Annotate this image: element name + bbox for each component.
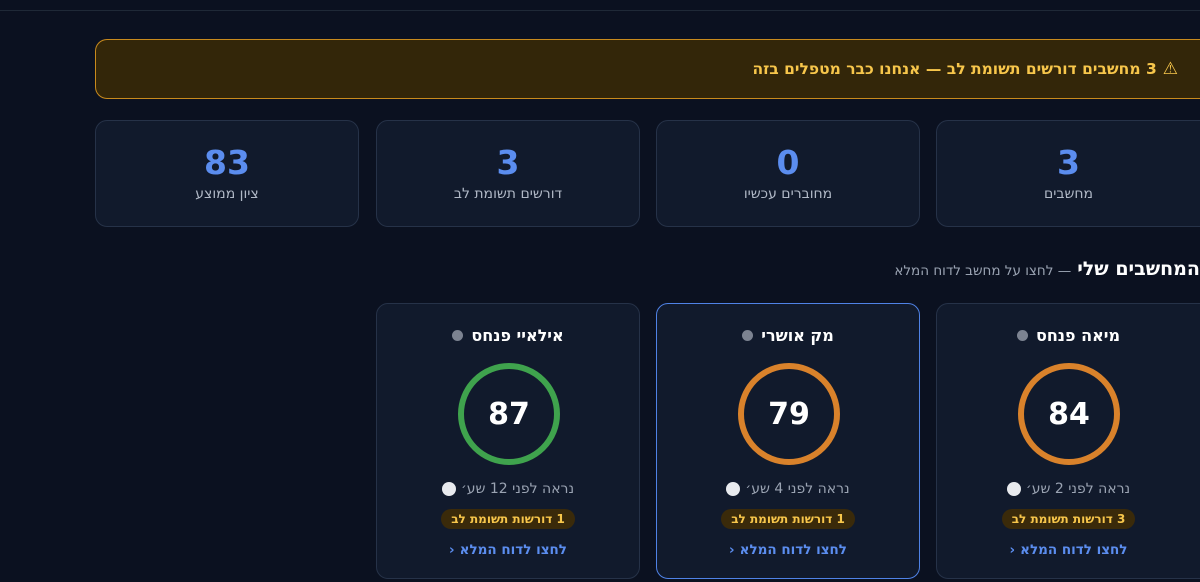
attention-alert: ⚠ 3 מחשבים דורשים תשומת לב — אנחנו כבר מ… — [95, 39, 1200, 99]
full-report-link[interactable]: לחצו לדוח המלא ‹ — [937, 542, 1200, 558]
full-report-link[interactable]: לחצו לדוח המלא ‹ — [377, 542, 639, 558]
score-value: 87 — [488, 396, 530, 432]
attention-badge: 3 דורשות תשומת לב — [1001, 509, 1136, 529]
chevron-left-icon: ‹ — [449, 542, 455, 558]
computer-card[interactable]: מיאה פנחס 84 נראה לפני 2 שע׳ 3 דורשות תש… — [936, 303, 1200, 579]
last-seen: נראה לפני 4 שע׳ — [657, 481, 919, 497]
full-report-link-text: לחצו לדוח המלא — [1020, 542, 1128, 558]
stat-label: מחוברים עכשיו — [743, 185, 833, 202]
offline-dot-icon — [441, 482, 456, 496]
last-seen-text: נראה לפני 4 שע׳ — [745, 481, 850, 497]
computer-name: מק אושרי — [761, 326, 834, 345]
stat-average-score: 83 ציון ממוצע — [95, 120, 359, 227]
stat-label: מחשבים — [1043, 185, 1094, 202]
score-value: 79 — [768, 396, 810, 432]
dashboard-page: ⚠ 3 מחשבים דורשים תשומת לב — אנחנו כבר מ… — [0, 0, 1200, 582]
stat-value: 0 — [776, 143, 800, 183]
offline-dot-icon — [726, 482, 741, 496]
section-title: המחשבים שלי — [1077, 258, 1200, 280]
chevron-left-icon: ‹ — [1009, 542, 1016, 558]
chevron-left-icon: ‹ — [729, 542, 735, 558]
status-dot-icon — [452, 330, 464, 341]
status-dot-icon — [742, 330, 754, 341]
stat-online-now: 0 מחוברים עכשיו — [656, 120, 920, 227]
offline-dot-icon — [1006, 482, 1021, 496]
last-seen: נראה לפני 2 שע׳ — [937, 481, 1200, 497]
stat-value: 83 — [204, 143, 250, 183]
stat-value: 3 — [496, 143, 520, 183]
section-subtitle: — לחצו על מחשב לדוח המלא — [894, 263, 1072, 279]
last-seen-text: נראה לפני 12 שע׳ — [460, 481, 575, 497]
stat-label: ציון ממוצע — [195, 185, 259, 202]
warning-icon: ⚠ — [1162, 58, 1178, 79]
card-header: מק אושרי — [657, 326, 919, 345]
header-divider — [0, 10, 1200, 11]
card-header: אילאיי פנחס — [377, 326, 639, 345]
last-seen: נראה לפני 12 שע׳ — [377, 481, 639, 497]
last-seen-text: נראה לפני 2 שע׳ — [1025, 481, 1131, 497]
section-header: המחשבים שלי — לחצו על מחשב לדוח המלא — [894, 258, 1200, 288]
status-dot-icon — [1016, 330, 1028, 341]
computer-name: מיאה פנחס — [1035, 326, 1121, 345]
computer-card[interactable]: אילאיי פנחס 87 נראה לפני 12 שע׳ 1 דורשות… — [376, 303, 640, 579]
attention-badge: 1 דורשות תשומת לב — [441, 509, 575, 529]
badge-wrap: 1 דורשות תשומת לב — [377, 509, 639, 529]
stat-label: דורשים תשומת לב — [453, 185, 563, 202]
full-report-link-text: לחצו לדוח המלא — [459, 542, 567, 558]
badge-wrap: 1 דורשות תשומת לב — [657, 509, 919, 529]
full-report-link[interactable]: לחצו לדוח המלא ‹ — [657, 542, 919, 558]
stat-value: 3 — [1057, 143, 1080, 183]
computer-name: אילאיי פנחס — [471, 326, 564, 345]
card-header: מיאה פנחס — [937, 326, 1200, 345]
stat-need-attention: 3 דורשים תשומת לב — [376, 120, 640, 227]
stat-computers: 3 מחשבים — [936, 120, 1200, 227]
badge-wrap: 3 דורשות תשומת לב — [937, 509, 1200, 529]
attention-badge: 1 דורשות תשומת לב — [721, 509, 855, 529]
computer-card[interactable]: מק אושרי 79 נראה לפני 4 שע׳ 1 דורשות תשו… — [656, 303, 920, 579]
score-value: 84 — [1048, 396, 1090, 432]
full-report-link-text: לחצו לדוח המלא — [739, 542, 847, 558]
alert-text: 3 מחשבים דורשים תשומת לב — אנחנו כבר מטפ… — [752, 60, 1157, 78]
